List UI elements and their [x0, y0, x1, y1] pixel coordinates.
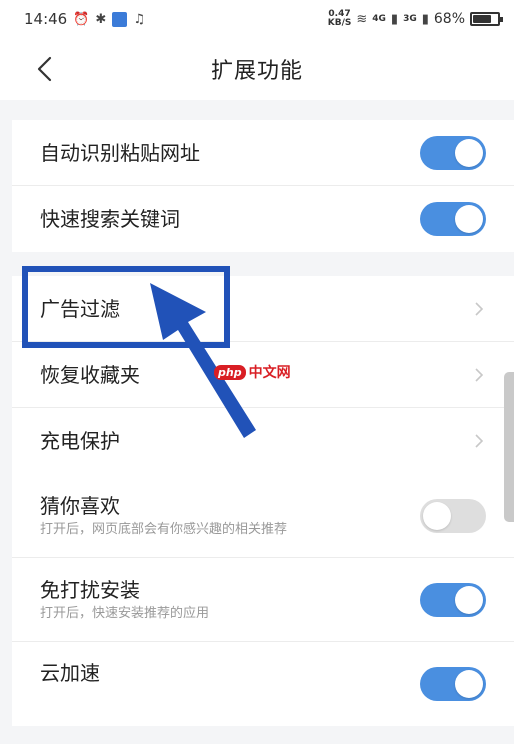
alarm-icon: ⏰: [73, 11, 90, 27]
toggle-knob: [455, 138, 483, 167]
setting-label: 恢复收藏夹: [40, 362, 140, 387]
setting-label: 充电保护: [40, 429, 120, 453]
toggle-knob: [455, 585, 483, 614]
setting-label: 免打扰安装: [40, 577, 140, 602]
setting-row-auto-detect-url[interactable]: 自动识别粘贴网址: [12, 120, 514, 186]
net-speed: 0.47 KB/S: [328, 10, 352, 28]
toggle-switch[interactable]: [420, 498, 486, 533]
setting-label: 自动识别粘贴网址: [40, 140, 200, 165]
row-text: 充电保护: [40, 428, 120, 454]
setting-row-silent-install[interactable]: 免打扰安装 打开后，快速安装推荐的应用: [12, 558, 514, 642]
setting-sublabel: 打开后，网页底部会有你感兴趣的相关推荐: [40, 521, 288, 537]
setting-label: 猜你喜欢: [40, 493, 120, 518]
row-text: 免打扰安装 打开后，快速安装推荐的应用: [40, 577, 209, 623]
wifi-icon: ≋: [356, 11, 368, 27]
watermark-badge: php: [214, 364, 246, 380]
chevron-right-icon: [472, 432, 486, 450]
toggle-switch[interactable]: [420, 135, 486, 170]
signal-4g-label: 4G: [372, 13, 386, 24]
scrollbar-thumb[interactable]: [504, 372, 514, 522]
setting-row-charge-protection[interactable]: 充电保护: [12, 408, 514, 474]
toggle-knob: [423, 501, 451, 530]
signal-3g-label: 3G: [403, 13, 417, 24]
back-button[interactable]: [30, 54, 60, 84]
battery-fill: [473, 15, 491, 23]
status-left: 14:46 ⏰ ✱ ♫: [24, 10, 145, 28]
setting-label: 广告过滤: [40, 296, 120, 321]
chevron-right-icon: [472, 300, 486, 318]
toggle-switch[interactable]: [420, 582, 486, 617]
row-text: 恢复收藏夹: [40, 362, 140, 388]
toggle-switch[interactable]: [420, 202, 486, 236]
watermark-logo: php 中文网: [214, 362, 291, 382]
shield-icon: [112, 11, 128, 27]
setting-row-recommendations[interactable]: 猜你喜欢 打开后，网页底部会有你感兴趣的相关推荐: [12, 474, 514, 558]
signal-icon: ▮: [421, 11, 429, 27]
chevron-right-icon: [472, 366, 486, 384]
page-title: 扩展功能: [210, 59, 303, 84]
toggle-knob: [455, 205, 483, 233]
settings-group-bottom: 猜你喜欢 打开后，网页底部会有你感兴趣的相关推荐 免打扰安装 打开后，快速安装推…: [12, 474, 514, 726]
net-speed-unit: KB/S: [327, 18, 352, 28]
row-text: 云加速: [40, 660, 100, 686]
setting-row-quick-search[interactable]: 快速搜索关键词: [12, 186, 514, 252]
setting-sublabel: 打开后，快速安装推荐的应用: [40, 605, 210, 621]
status-bar: 14:46 ⏰ ✱ ♫ 0.47 KB/S ≋ 4G ▮ 3G ▮ 68%: [0, 0, 514, 38]
setting-label: 快速搜索关键词: [40, 207, 180, 231]
status-right: 0.47 KB/S ≋ 4G ▮ 3G ▮ 68%: [328, 10, 503, 28]
row-text: 快速搜索关键词: [40, 206, 180, 232]
setting-row-ad-filter[interactable]: 广告过滤: [12, 276, 514, 342]
signal-icon: ▮: [390, 11, 399, 27]
qq-icon: ♫: [133, 11, 145, 27]
toggle-switch[interactable]: [420, 667, 486, 701]
setting-label: 云加速: [40, 661, 100, 685]
bluetooth-icon: ✱: [95, 11, 107, 27]
battery-icon: [470, 12, 503, 26]
header: 扩展功能: [0, 38, 514, 100]
setting-row-cloud-acceleration[interactable]: 云加速: [12, 642, 514, 726]
row-text: 猜你喜欢 打开后，网页底部会有你感兴趣的相关推荐: [40, 493, 287, 539]
watermark-text: 中文网: [248, 365, 291, 381]
settings-group-top: 自动识别粘贴网址 快速搜索关键词: [12, 120, 514, 252]
toggle-knob: [455, 670, 483, 698]
row-text: 自动识别粘贴网址: [40, 140, 200, 166]
status-time: 14:46: [24, 10, 68, 28]
row-text: 广告过滤: [40, 296, 120, 322]
chevron-left-icon: [37, 56, 52, 82]
battery-percent: 68%: [433, 11, 465, 27]
